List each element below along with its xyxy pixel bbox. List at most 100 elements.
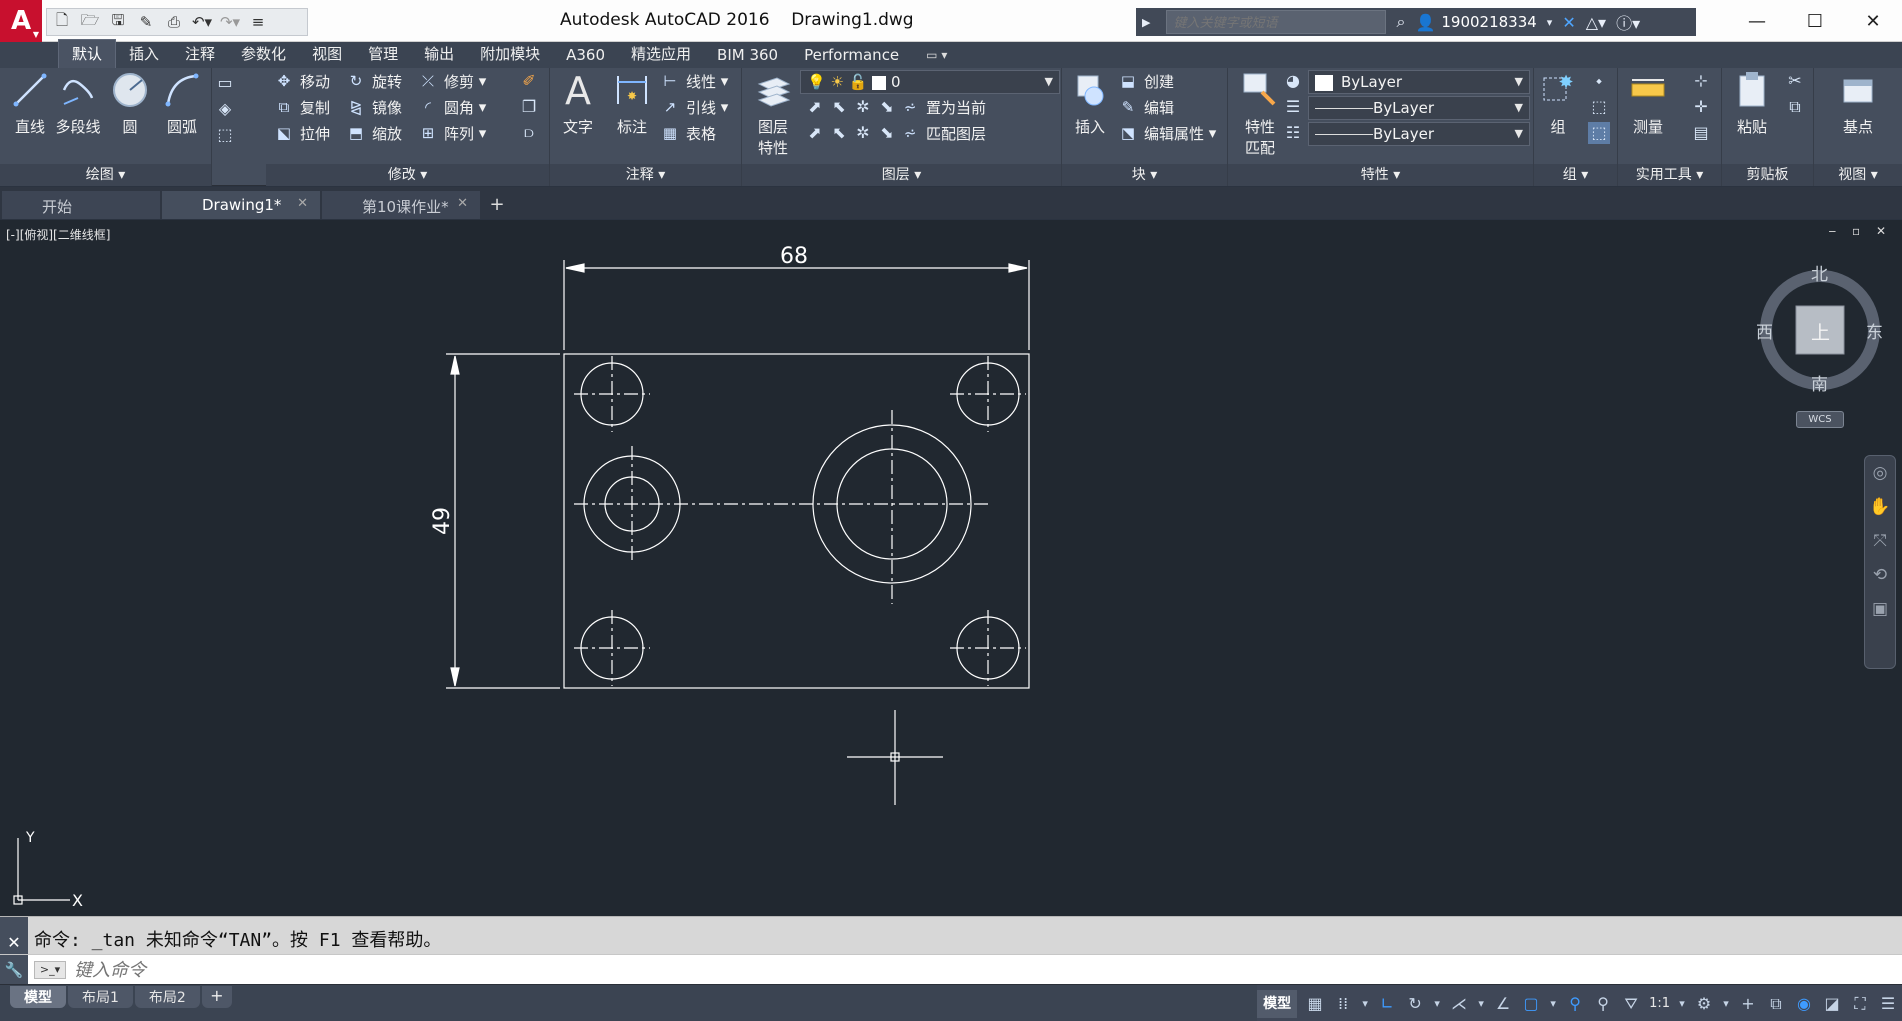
chevron-down-icon[interactable]: ▾ bbox=[1718, 990, 1734, 1018]
isolate-objects-icon[interactable]: ⧉ bbox=[1762, 990, 1790, 1018]
tab-a360[interactable]: A360 bbox=[553, 43, 618, 68]
offset-icon[interactable]: ⫐ bbox=[518, 122, 540, 144]
undo-icon[interactable]: ↶▾ bbox=[191, 11, 213, 33]
draw-panel-title[interactable]: 绘图 ▾ bbox=[0, 164, 211, 186]
create-block-button[interactable]: ⬓ 创建 bbox=[1118, 68, 1174, 94]
hardware-acceleration-icon[interactable]: ◉ bbox=[1790, 990, 1818, 1018]
layer-thaw-icon[interactable]: ✲ bbox=[852, 122, 874, 144]
zoom-extents-icon[interactable]: ⤧ bbox=[1865, 524, 1895, 558]
edit-block-button[interactable]: ✎ 编辑 bbox=[1118, 94, 1174, 120]
corner-hole-bottom-right[interactable] bbox=[950, 610, 1026, 686]
trim-button[interactable]: ⤫ 修剪 ▾ bbox=[418, 68, 486, 94]
measure-button[interactable]: 测量 bbox=[1622, 70, 1674, 137]
close-tab-icon[interactable]: ✕ bbox=[297, 196, 308, 211]
tab-annotate[interactable]: 注释 bbox=[172, 40, 228, 68]
search-input[interactable] bbox=[1166, 10, 1387, 34]
calculator-icon[interactable]: ▤ bbox=[1690, 122, 1712, 144]
rotate-button[interactable]: ↻ 旋转 bbox=[346, 68, 402, 94]
layer-freeze-icon[interactable]: ✲ bbox=[852, 96, 874, 118]
tab-bim360[interactable]: BIM 360 bbox=[704, 43, 791, 68]
linetype-icon[interactable]: ☷ bbox=[1282, 122, 1304, 144]
layer-properties-button[interactable]: 图层 特性 bbox=[744, 70, 802, 158]
annotation-scale-icon[interactable]: ⛛ bbox=[1617, 990, 1645, 1018]
save-icon[interactable]: 🖫 bbox=[107, 11, 129, 33]
layer-unisolate-icon[interactable]: ⬉ bbox=[828, 122, 850, 144]
polar-icon[interactable]: ↻ bbox=[1401, 990, 1429, 1018]
text-button[interactable]: A 文字 bbox=[552, 69, 604, 137]
snap-icon[interactable]: ⁞⁞ bbox=[1329, 990, 1357, 1018]
help-icon[interactable]: ⓘ▾ bbox=[1616, 10, 1640, 34]
rectangle-icon[interactable]: ▭ bbox=[214, 72, 236, 94]
close-tab-icon[interactable]: ✕ bbox=[457, 196, 468, 211]
cut-icon[interactable]: ✂ bbox=[1784, 70, 1806, 92]
erase-icon[interactable]: ✐ bbox=[518, 70, 540, 92]
layer-lock-icon[interactable]: ⬊ bbox=[876, 96, 898, 118]
tab-output[interactable]: 输出 bbox=[411, 40, 467, 68]
viewcube-east[interactable]: 东 bbox=[1866, 318, 1883, 343]
customize-wrench-icon[interactable]: 🔧 bbox=[0, 955, 28, 985]
insert-button[interactable]: 插入 bbox=[1064, 70, 1116, 137]
clipboard-panel-title[interactable]: 剪贴板 bbox=[1722, 164, 1813, 186]
annotation-visibility-icon[interactable]: ⚲ bbox=[1561, 990, 1589, 1018]
viewcube-north[interactable]: 北 bbox=[1811, 260, 1828, 285]
isometric-icon[interactable]: ⋌ bbox=[1445, 990, 1473, 1018]
table-button[interactable]: ▦ 表格 bbox=[660, 120, 716, 146]
tab-addins[interactable]: 附加模块 bbox=[467, 40, 553, 68]
linear-button[interactable]: ⊢ 线性 ▾ bbox=[660, 68, 728, 94]
chevron-down-icon[interactable]: ▾ bbox=[1674, 990, 1690, 1018]
arc-button[interactable]: 圆弧 bbox=[156, 70, 208, 137]
layer-on-icon[interactable]: ⬈ bbox=[804, 122, 826, 144]
command-input[interactable] bbox=[74, 958, 974, 982]
utilities-panel-title[interactable]: 实用工具 ▾ bbox=[1618, 164, 1721, 186]
stretch-button[interactable]: ⬕ 拉伸 bbox=[274, 120, 330, 146]
color-dropdown[interactable]: ByLayer ▼ bbox=[1308, 70, 1530, 94]
block-panel-title[interactable]: 块 ▾ bbox=[1062, 164, 1227, 186]
layout-tab-layout2[interactable]: 布局2 bbox=[134, 986, 200, 1008]
set-current-button[interactable]: ⩫ 置为当前 bbox=[900, 94, 986, 120]
customize-icon[interactable]: ≡ bbox=[247, 11, 269, 33]
drawing-canvas[interactable]: [-][俯视][二维线框] ‒ ▫ ✕ 68 49 Y X 北 南 东 西 上 … bbox=[0, 220, 1902, 1004]
clean-screen-toggle-icon[interactable]: ◪ bbox=[1818, 990, 1846, 1018]
lineweight-icon[interactable]: ☰ bbox=[1282, 96, 1304, 118]
plus-icon[interactable]: + bbox=[1734, 990, 1762, 1018]
quick-select-icon[interactable]: ⊹ bbox=[1690, 70, 1712, 92]
viewcube-top-face[interactable]: 上 bbox=[1811, 318, 1830, 345]
layer-isolate-icon[interactable]: ⬉ bbox=[828, 96, 850, 118]
ribbon-options-icon[interactable]: ▭ ▾ bbox=[926, 48, 947, 68]
drawing-geometry[interactable]: 68 49 Y X bbox=[0, 220, 1902, 916]
tab-home[interactable]: 默认 bbox=[58, 39, 117, 68]
match-layer-button[interactable]: ⩫ 匹配图层 bbox=[900, 120, 986, 146]
base-view-button[interactable]: 基点 bbox=[1832, 70, 1884, 137]
leader-button[interactable]: ↗ 引线 ▾ bbox=[660, 94, 729, 120]
match-properties-button[interactable]: 特性 匹配 bbox=[1232, 70, 1288, 158]
grid-icon[interactable]: ▦ bbox=[1301, 990, 1329, 1018]
close-command-icon[interactable]: ✕ bbox=[0, 917, 28, 955]
layout-tab-model[interactable]: 模型 bbox=[10, 986, 66, 1008]
layer-off-icon[interactable]: ⬈ bbox=[804, 96, 826, 118]
dim-text-height[interactable]: 49 bbox=[430, 507, 455, 535]
scale-button[interactable]: ⬒ 缩放 bbox=[346, 120, 402, 146]
file-tab-drawing1[interactable]: Drawing1* ✕ bbox=[162, 191, 320, 219]
save-as-icon[interactable]: ✎ bbox=[135, 11, 157, 33]
lineweight-dropdown[interactable]: ByLayer ▼ bbox=[1308, 122, 1530, 146]
auto-scale-icon[interactable]: ⚲ bbox=[1589, 990, 1617, 1018]
file-tab-start[interactable]: 开始 bbox=[2, 191, 160, 219]
boundary-icon[interactable]: ⬚ bbox=[214, 124, 236, 146]
new-file-icon[interactable]: 🗋 bbox=[51, 11, 73, 33]
modify-panel-title[interactable]: 修改 ▾ bbox=[266, 164, 549, 186]
chevron-down-icon[interactable]: ▾ bbox=[1545, 990, 1561, 1018]
copy-clip-icon[interactable]: ⧉ bbox=[1784, 96, 1806, 118]
expand-icon[interactable]: ▶ bbox=[1142, 16, 1150, 29]
file-tab-lesson10[interactable]: 第10课作业* ✕ bbox=[322, 191, 480, 219]
viewcube-south[interactable]: 南 bbox=[1811, 370, 1828, 395]
layer-dropdown[interactable]: 💡 ☀ 🔓 0 ▼ bbox=[800, 70, 1060, 94]
corner-hole-top-right[interactable] bbox=[950, 356, 1026, 432]
fillet-button[interactable]: ◜ 圆角 ▾ bbox=[418, 94, 486, 120]
user-icon[interactable]: 👤 bbox=[1415, 13, 1435, 32]
osnap-icon[interactable]: ▢ bbox=[1517, 990, 1545, 1018]
layer-unlock-icon[interactable]: ⬊ bbox=[876, 122, 898, 144]
model-space-button[interactable]: 模型 bbox=[1257, 989, 1298, 1018]
groups-panel-title[interactable]: 组 ▾ bbox=[1534, 164, 1617, 186]
move-button[interactable]: ✥ 移动 bbox=[274, 68, 330, 94]
minimize-icon[interactable]: — bbox=[1728, 0, 1786, 42]
